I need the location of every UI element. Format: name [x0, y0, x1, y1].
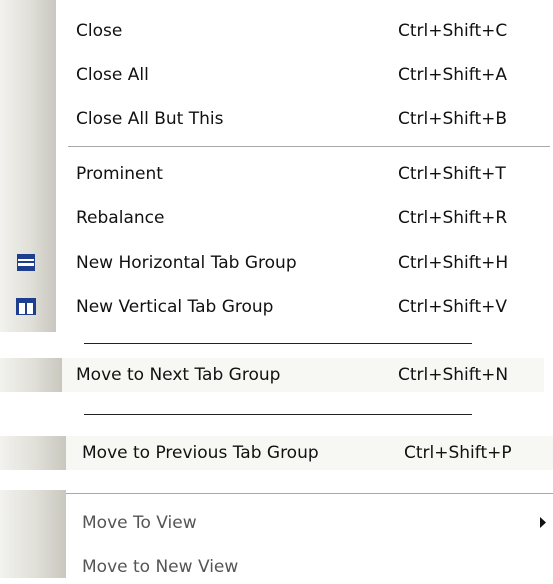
- menu-item-label: New Horizontal Tab Group: [76, 253, 297, 273]
- menu-item-close-all-but-this[interactable]: Close All But This Ctrl+Shift+B: [76, 102, 536, 136]
- menu-separator: [66, 493, 553, 495]
- menu-item-new-vertical-tab-group[interactable]: New Vertical Tab Group Ctrl+Shift+V: [76, 290, 536, 324]
- menu-item-close[interactable]: Close Ctrl+Shift+C: [76, 14, 536, 48]
- menu-item-label: Close All But This: [76, 109, 224, 129]
- menu-item-shortcut: Ctrl+Shift+H: [398, 253, 509, 273]
- menu-gutter-top: [0, 0, 56, 332]
- horizontal-tab-group-icon: [17, 254, 35, 271]
- submenu-arrow-icon: [540, 517, 546, 528]
- menu-item-move-to-next-tab-group[interactable]: Move to Next Tab Group Ctrl+Shift+N: [76, 358, 536, 392]
- menu-item-new-horizontal-tab-group[interactable]: New Horizontal Tab Group Ctrl+Shift+H: [76, 246, 536, 280]
- menu-item-shortcut: Ctrl+Shift+N: [398, 365, 509, 385]
- menu-item-label: Close: [76, 21, 123, 41]
- menu-item-shortcut: Ctrl+Shift+R: [398, 208, 508, 228]
- menu-separator: [84, 343, 472, 344]
- menu-item-label: Rebalance: [76, 208, 165, 228]
- vertical-tab-group-icon: [16, 298, 36, 315]
- menu-gutter-bottom: [0, 490, 66, 578]
- menu-item-prominent[interactable]: Prominent Ctrl+Shift+T: [76, 157, 536, 191]
- menu-item-label: Move to New View: [82, 557, 239, 577]
- menu-item-label: Prominent: [76, 164, 163, 184]
- menu-item-label: Close All: [76, 65, 149, 85]
- menu-item-label: Move To View: [82, 513, 197, 533]
- menu-item-shortcut: Ctrl+Shift+T: [398, 164, 506, 184]
- menu-item-shortcut: Ctrl+Shift+V: [398, 297, 508, 317]
- menu-item-label: Move to Previous Tab Group: [82, 443, 319, 463]
- menu-item-shortcut: Ctrl+Shift+C: [398, 21, 508, 41]
- menu-item-shortcut: Ctrl+Shift+A: [398, 65, 508, 85]
- menu-item-shortcut: Ctrl+Shift+B: [398, 109, 508, 129]
- menu-item-close-all[interactable]: Close All Ctrl+Shift+A: [76, 58, 536, 92]
- menu-item-label: Move to Next Tab Group: [76, 365, 281, 385]
- menu-gutter-next: [0, 358, 62, 392]
- menu-item-move-to-new-view[interactable]: Move to New View: [82, 550, 547, 584]
- menu-item-rebalance[interactable]: Rebalance Ctrl+Shift+R: [76, 201, 536, 235]
- menu-item-move-to-previous-tab-group[interactable]: Move to Previous Tab Group Ctrl+Shift+P: [82, 436, 547, 470]
- menu-item-label: New Vertical Tab Group: [76, 297, 274, 317]
- menu-separator: [84, 414, 472, 415]
- menu-item-shortcut: Ctrl+Shift+P: [404, 443, 512, 463]
- menu-item-move-to-view[interactable]: Move To View: [82, 506, 547, 540]
- menu-separator: [68, 146, 550, 148]
- menu-gutter-prev: [0, 436, 66, 470]
